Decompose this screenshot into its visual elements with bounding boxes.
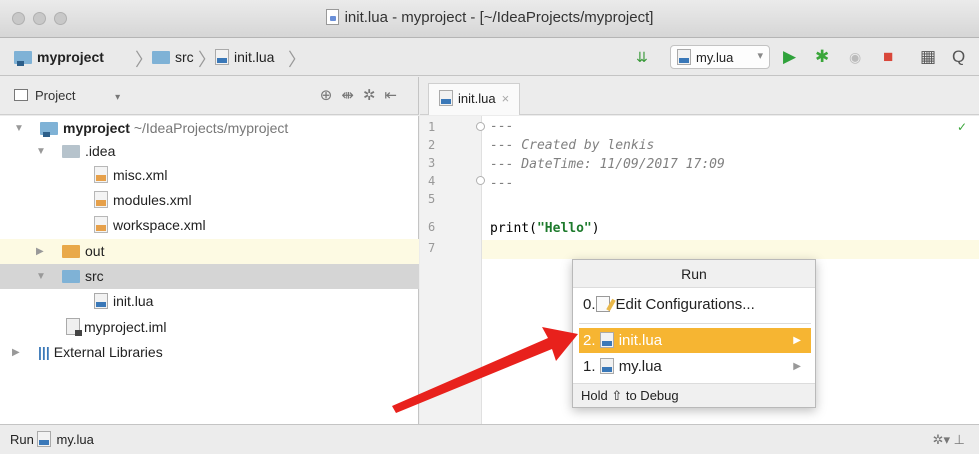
- project-structure-icon[interactable]: ▦: [920, 45, 936, 69]
- submenu-arrow-icon: ▶: [793, 361, 801, 372]
- tree-item-myproject-iml[interactable]: myproject.iml: [0, 315, 419, 340]
- run-tool-window-button[interactable]: Run my.lua: [10, 425, 94, 454]
- project-tree: ▼ myproject ~/IdeaProjects/myproject ▼ .…: [0, 116, 419, 424]
- close-tab-icon[interactable]: ×: [502, 91, 510, 106]
- line-number: 5: [428, 192, 436, 206]
- folder-icon: [62, 270, 80, 283]
- xml-file-icon: [94, 191, 108, 208]
- fold-marker-icon[interactable]: [476, 122, 485, 131]
- code-line: print("Hello"): [490, 221, 600, 236]
- locate-icon[interactable]: ⊕: [320, 87, 342, 104]
- tree-item-out[interactable]: ▶ out: [0, 239, 419, 264]
- editor-tab-bar: init.lua ×: [420, 77, 979, 115]
- tab-init-lua[interactable]: init.lua ×: [428, 83, 521, 115]
- lua-file-icon: [599, 358, 614, 374]
- xml-file-icon: [94, 216, 108, 233]
- project-folder-icon: [14, 51, 32, 66]
- code-line: --- DateTime: 11/09/2017 17:09: [490, 157, 725, 172]
- status-tools: ✲▾ ⊥: [933, 425, 965, 454]
- breadcrumb-separator-icon: 〉: [288, 50, 306, 70]
- popup-separator: [579, 323, 811, 324]
- tree-item-external-libraries[interactable]: ▶ ||| External Libraries: [0, 340, 419, 365]
- lua-file-icon: [94, 293, 108, 309]
- lua-file-icon: [677, 49, 691, 65]
- folder-icon: [152, 51, 170, 64]
- editor-gutter: 1 2 3 4 5 6 7: [420, 116, 482, 424]
- lua-file-icon: [215, 49, 229, 65]
- tree-item-init-lua[interactable]: init.lua: [0, 289, 419, 314]
- edit-configurations-item[interactable]: 0. Edit Configurations...: [579, 292, 811, 317]
- line-number: 7: [428, 241, 436, 255]
- build-icon[interactable]: ⇊: [636, 45, 648, 69]
- expand-arrow-icon[interactable]: ▼: [36, 264, 46, 289]
- folder-icon: [62, 145, 80, 158]
- breadcrumb-separator-icon: 〉: [135, 50, 153, 70]
- tree-item-misc-xml[interactable]: misc.xml: [0, 163, 419, 188]
- fold-marker-icon[interactable]: [476, 176, 485, 185]
- run-item-init-lua[interactable]: 2. init.lua ▶: [579, 328, 811, 353]
- gear-icon[interactable]: ✲▾: [933, 432, 950, 447]
- code-line: ---: [490, 176, 514, 191]
- line-number: 6: [428, 220, 436, 234]
- tree-item-myproject[interactable]: ▼ myproject ~/IdeaProjects/myproject: [0, 116, 419, 141]
- window-title: init.lua - myproject - [~/IdeaProjects/m…: [0, 9, 979, 26]
- code-line: --- Created by lenkis: [490, 138, 655, 153]
- project-view-icon: [14, 89, 28, 101]
- project-panel-tools: ⊕⇼✲⇤: [320, 86, 406, 104]
- window-title-bar: init.lua - myproject - [~/IdeaProjects/m…: [0, 0, 979, 38]
- line-number: 1: [428, 120, 436, 134]
- folder-icon: [62, 245, 80, 258]
- collapsed-arrow-icon[interactable]: ▶: [12, 340, 20, 365]
- lua-file-icon: [325, 9, 339, 25]
- coverage-icon[interactable]: ◉: [849, 45, 861, 69]
- stop-icon[interactable]: ■: [883, 45, 893, 69]
- iml-file-icon: [66, 318, 82, 336]
- check-icon: ✓: [957, 120, 968, 134]
- breadcrumb-folder[interactable]: src: [152, 49, 194, 65]
- lua-file-icon: [37, 431, 52, 447]
- tree-item-workspace-xml[interactable]: workspace.xml: [0, 213, 419, 238]
- run-icon[interactable]: ▶: [783, 45, 796, 69]
- popup-hint: Hold ⇧ to Debug: [573, 383, 815, 407]
- run-popup-title: Run: [573, 260, 815, 288]
- breadcrumb-file[interactable]: init.lua: [215, 49, 274, 65]
- expand-arrow-icon[interactable]: ▼: [36, 139, 46, 164]
- hide-panel-icon[interactable]: ⇤: [384, 87, 406, 104]
- tree-item-modules-xml[interactable]: modules.xml: [0, 188, 419, 213]
- gear-icon[interactable]: ✲: [363, 87, 385, 104]
- status-bar: Run my.lua ✲▾ ⊥: [0, 424, 979, 454]
- current-line-highlight: [420, 240, 979, 259]
- run-popup: Run 0. Edit Configurations... 2. init.lua…: [572, 259, 816, 408]
- project-panel-header: Project ▾ ⊕⇼✲⇤: [0, 77, 419, 115]
- run-config-select[interactable]: my.lua ▾: [670, 45, 770, 69]
- project-view-select[interactable]: Project ▾: [14, 88, 120, 103]
- navigation-bar: myproject 〉 src 〉 init.lua 〉: [0, 38, 979, 76]
- line-number: 2: [428, 138, 436, 152]
- search-icon[interactable]: Q: [952, 45, 965, 69]
- line-number: 4: [428, 174, 436, 188]
- collapse-all-icon[interactable]: ⇼: [341, 87, 363, 104]
- xml-file-icon: [94, 166, 108, 183]
- collapsed-arrow-icon[interactable]: ▶: [36, 239, 44, 264]
- edit-icon: [595, 296, 610, 312]
- breadcrumb-separator-icon: 〉: [198, 50, 216, 70]
- project-folder-icon: [40, 122, 58, 137]
- tree-item-src[interactable]: ▼ src: [0, 264, 419, 289]
- library-icon: |||: [38, 344, 50, 360]
- run-item-my-lua[interactable]: 1. my.lua ▶: [579, 354, 811, 379]
- line-number: 3: [428, 156, 436, 170]
- lua-file-icon: [439, 90, 453, 106]
- tree-item-idea[interactable]: ▼ .idea: [0, 139, 419, 164]
- lua-file-icon: [599, 332, 614, 348]
- code-line: ---: [490, 119, 514, 134]
- submenu-arrow-icon: ▶: [793, 335, 801, 346]
- expand-arrow-icon[interactable]: ▼: [14, 116, 24, 141]
- chevron-down-icon: ▾: [115, 92, 121, 103]
- hide-panel-icon[interactable]: ⊥: [954, 432, 965, 447]
- breadcrumb-project[interactable]: myproject: [14, 49, 104, 66]
- debug-icon[interactable]: ✱: [815, 45, 829, 69]
- chevron-down-icon: ▾: [757, 50, 763, 62]
